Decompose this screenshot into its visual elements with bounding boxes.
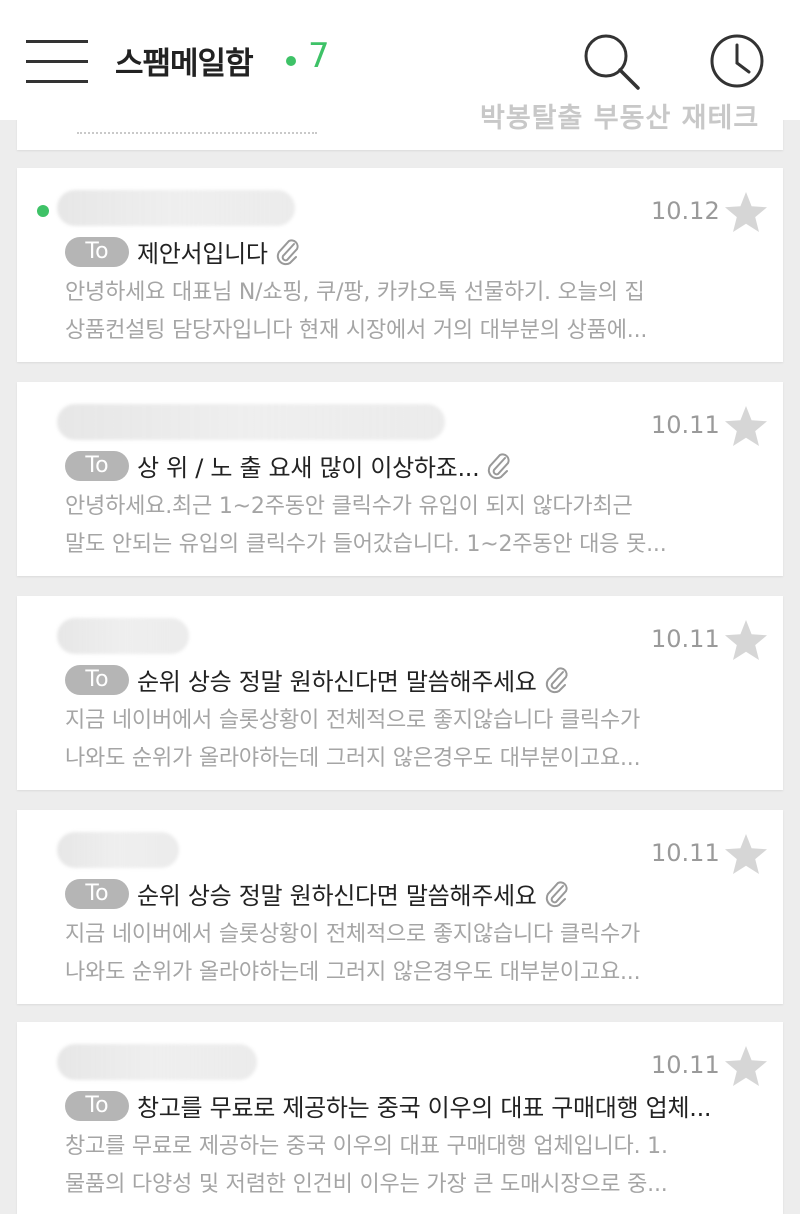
email-preview: 안녕하세요 대표님 N/쇼핑, 쿠/팡, 카카오톡 선물하기. 오늘의 집 상품…	[65, 274, 765, 350]
email-item[interactable]: 10.11 To 창고를 무료로 제공하는 중국 이우의 대표 구매대행 업체..…	[17, 1022, 783, 1214]
partial-preview-fragment	[77, 122, 317, 134]
email-date: 10.11	[651, 411, 720, 439]
email-date: 10.11	[651, 625, 720, 653]
sender-blurred	[57, 618, 189, 654]
subject-row: To 순위 상승 정말 원하신다면 말씀해주세요	[65, 876, 571, 910]
sender-blurred	[57, 1044, 257, 1080]
paperclip-icon	[276, 238, 299, 265]
star-icon[interactable]	[723, 832, 769, 876]
email-subject: 순위 상승 정말 원하신다면 말씀해주세요	[137, 882, 537, 910]
preview-line: 나와도 순위가 올라야하는데 그러지 않은경우도 대부분이고요...	[65, 746, 641, 771]
preview-line: 안녕하세요.최근 1~2주동안 클릭수가 유입이 되지 않다가최근	[65, 494, 633, 519]
preview-line: 창고를 무료로 제공하는 중국 이우의 대표 구매대행 업체입니다. 1.	[65, 1134, 668, 1159]
subject-row: To 상 위 / 노 출 요새 많이 이상하죠...	[65, 448, 513, 482]
unread-dot	[37, 205, 49, 217]
watermark: 박봉탈출 부동산 재테크	[480, 103, 760, 134]
to-badge: To	[65, 664, 129, 695]
email-date: 10.11	[651, 1051, 720, 1079]
email-subject: 제안서입니다	[137, 240, 268, 268]
email-preview: 지금 네이버에서 슬롯상황이 전체적으로 좋지않습니다 클릭수가 나와도 순위가…	[65, 916, 765, 992]
email-subject: 상 위 / 노 출 요새 많이 이상하죠...	[137, 454, 480, 482]
paperclip-icon	[545, 880, 568, 907]
email-preview: 창고를 무료로 제공하는 중국 이우의 대표 구매대행 업체입니다. 1. 물품…	[65, 1128, 765, 1204]
email-item[interactable]: 10.11 To 순위 상승 정말 원하신다면 말씀해주세요 지금 네이버에서 슬…	[17, 810, 783, 1004]
clock-icon[interactable]	[706, 30, 768, 92]
count-dot	[286, 56, 296, 66]
preview-line: 지금 네이버에서 슬롯상황이 전체적으로 좋지않습니다 클릭수가	[65, 708, 641, 733]
email-preview: 안녕하세요.최근 1~2주동안 클릭수가 유입이 되지 않다가최근 말도 안되는…	[65, 488, 765, 564]
subject-row: To 제안서입니다	[65, 234, 302, 268]
email-subject: 순위 상승 정말 원하신다면 말씀해주세요	[137, 668, 537, 696]
subject-row: To 창고를 무료로 제공하는 중국 이우의 대표 구매대행 업체...	[65, 1088, 712, 1122]
preview-line: 상품컨설팅 담당자입니다 현재 시장에서 거의 대부분의 상품에...	[65, 318, 648, 343]
sender-blurred	[57, 832, 179, 868]
preview-line: 나와도 순위가 올라야하는데 그러지 않은경우도 대부분이고요...	[65, 960, 641, 985]
preview-line: 물품의 다양성 및 저렴한 인건비 이우는 가장 큰 도매시장으로 중...	[65, 1172, 668, 1197]
paperclip-icon	[545, 666, 568, 693]
email-date: 10.11	[651, 839, 720, 867]
subject-row: To 순위 상승 정말 원하신다면 말씀해주세요	[65, 662, 571, 696]
unread-count: 7	[308, 36, 330, 76]
email-subject: 창고를 무료로 제공하는 중국 이우의 대표 구매대행 업체...	[137, 1094, 712, 1122]
search-icon[interactable]	[580, 30, 642, 92]
to-badge: To	[65, 450, 129, 481]
preview-line: 안녕하세요 대표님 N/쇼핑, 쿠/팡, 카카오톡 선물하기. 오늘의 집	[65, 280, 645, 305]
page-title: 스팸메일함	[115, 46, 254, 82]
to-badge: To	[65, 1090, 129, 1121]
preview-line: 지금 네이버에서 슬롯상황이 전체적으로 좋지않습니다 클릭수가	[65, 922, 641, 947]
star-icon[interactable]	[723, 1044, 769, 1088]
paperclip-icon	[488, 452, 510, 479]
preview-line: 말도 안되는 유입의 클릭수가 들어갔습니다. 1~2주동안 대응 못...	[65, 532, 667, 557]
star-icon[interactable]	[723, 190, 769, 234]
email-item[interactable]: 10.11 To 상 위 / 노 출 요새 많이 이상하죠... 안녕하세요.최근…	[17, 382, 783, 576]
menu-icon[interactable]	[26, 40, 88, 84]
sender-blurred	[57, 404, 445, 440]
sender-blurred	[57, 190, 295, 226]
email-item[interactable]: 10.11 To 순위 상승 정말 원하신다면 말씀해주세요 지금 네이버에서 슬…	[17, 596, 783, 790]
to-badge: To	[65, 236, 129, 267]
star-icon[interactable]	[723, 404, 769, 448]
to-badge: To	[65, 878, 129, 909]
email-date: 10.12	[651, 197, 720, 225]
email-preview: 지금 네이버에서 슬롯상황이 전체적으로 좋지않습니다 클릭수가 나와도 순위가…	[65, 702, 765, 778]
email-item[interactable]: 10.12 To 제안서입니다 안녕하세요 대표님 N/쇼핑, 쿠/팡, 카카오톡…	[17, 168, 783, 362]
star-icon[interactable]	[723, 618, 769, 662]
